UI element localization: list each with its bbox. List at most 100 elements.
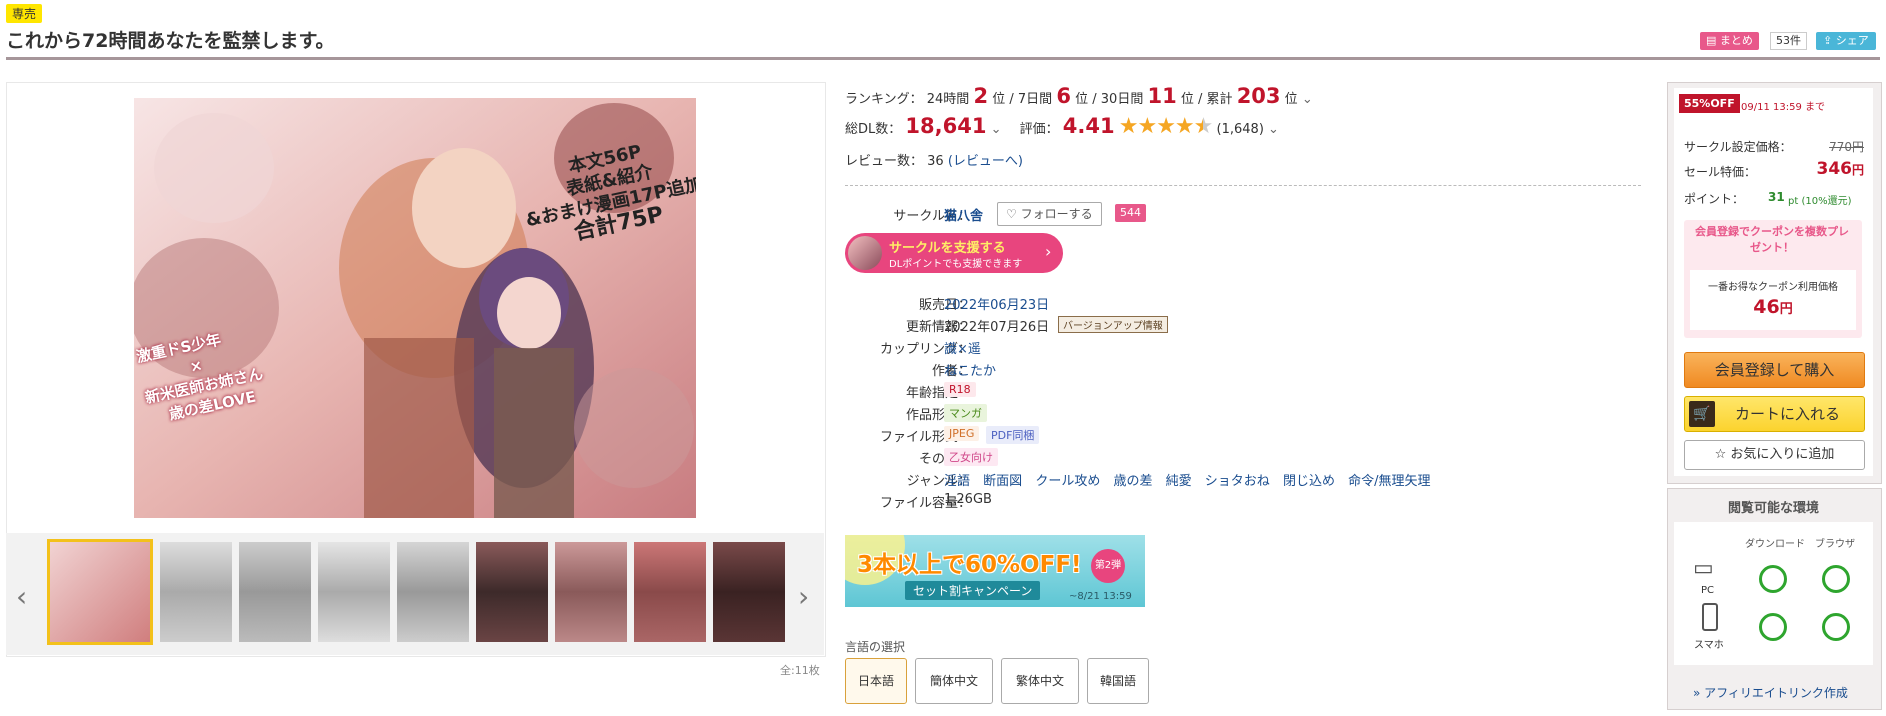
language-option-zh-hant[interactable]: 繁体中文 xyxy=(1001,658,1079,704)
version-update-badge[interactable]: バージョンアップ情報 xyxy=(1058,316,1168,333)
coupon-price-unit: 円 xyxy=(1779,302,1793,317)
age-rating-tag[interactable]: R18 xyxy=(944,382,976,397)
matome-button[interactable]: ▤ まとめ xyxy=(1700,32,1759,50)
genre-link[interactable]: 淫語 xyxy=(944,474,970,489)
downloads-label: 総DL数： xyxy=(845,122,902,137)
add-favorite-button[interactable]: ☆ お気に入りに追加 xyxy=(1684,440,1865,470)
genre-link[interactable]: 純愛 xyxy=(1166,474,1192,489)
genre-link[interactable]: ショタおね xyxy=(1205,474,1270,489)
ranking-unit: 位 xyxy=(1075,92,1089,107)
point-unit: pt (10%還元) xyxy=(1788,196,1852,207)
point-value: 31 xyxy=(1768,190,1785,204)
thumbnail-1[interactable] xyxy=(47,539,153,645)
support-circle-button[interactable]: サークルを支援する DLポイントでも支援できます › xyxy=(845,233,1063,273)
add-to-cart-button[interactable]: 🛒 カートに入れる xyxy=(1684,396,1865,432)
circle-price-label: サークル設定価格： xyxy=(1684,140,1792,154)
pc-browser-supported-icon xyxy=(1822,565,1850,593)
ranking-30d-label: 30日間 xyxy=(1100,92,1144,107)
language-option-ko[interactable]: 韓国語 xyxy=(1087,658,1149,704)
cart-label: カートに入れる xyxy=(1735,405,1841,423)
ranking-unit: 位 xyxy=(1180,92,1194,107)
follow-label: フォローする xyxy=(1020,207,1093,221)
file-format-tag[interactable]: JPEG xyxy=(944,426,980,441)
support-title: サークルを支援する xyxy=(889,241,1006,256)
star-icon: ★★★★ xyxy=(1118,114,1195,139)
thumbnail-8[interactable] xyxy=(634,542,706,642)
ranking-total-label: 累計 xyxy=(1206,92,1233,107)
circle-name-link[interactable]: 猫八舎 xyxy=(944,205,983,224)
env-phone-label: スマホ xyxy=(1694,640,1724,651)
phone-browser-supported-icon xyxy=(1822,613,1850,641)
coupon-box: 会員登録でクーポンを複数プレゼント！ 一番お得なクーポン利用価格 46円 xyxy=(1684,220,1862,338)
campaign-banner[interactable]: 3本以上で60%OFF! 第2弾 セット割キャンペーン ~8/21 13:59 xyxy=(845,535,1145,607)
review-link[interactable]: (レビューへ) xyxy=(948,154,1023,169)
info-divider xyxy=(845,185,1641,186)
pc-icon: ▭ xyxy=(1693,556,1714,581)
genre-link[interactable]: 命令/無理矢理 xyxy=(1348,474,1430,489)
heart-icon: ♡ xyxy=(1006,207,1021,221)
matome-label: まとめ xyxy=(1719,34,1753,47)
follow-button[interactable]: ♡ フォローする xyxy=(997,202,1102,226)
sale-price-value: 346 xyxy=(1816,159,1852,179)
env-pc-label: PC xyxy=(1701,585,1715,596)
chevron-down-icon[interactable]: ⌄ xyxy=(1302,92,1313,107)
thumbnail-2[interactable] xyxy=(160,542,232,642)
coupon-promo: 会員登録でクーポンを複数プレゼント！ xyxy=(1695,225,1849,254)
star-outline-icon: ☆ xyxy=(1714,447,1731,462)
pc-download-supported-icon xyxy=(1759,565,1787,593)
main-product-image[interactable]: 本文56P 表紙&紹介 &おまけ漫画17P追加 合計75P 激重ドS少年 × 新… xyxy=(134,98,696,518)
circle-price-value: 770円 xyxy=(1829,140,1864,154)
thumbnail-7[interactable] xyxy=(555,542,627,642)
sale-price-row: セール特価： 346円 xyxy=(1684,159,1864,180)
chevron-right-icon[interactable]: › xyxy=(798,580,809,613)
ranking-unit: 位 xyxy=(1284,92,1298,107)
genre-link[interactable]: 断面図 xyxy=(983,474,1022,489)
title-divider xyxy=(6,57,1880,60)
discount-badge: 55%OFF xyxy=(1679,94,1740,113)
favorite-label: お気に入りに追加 xyxy=(1730,447,1835,462)
chevron-left-icon[interactable]: ‹ xyxy=(16,580,27,613)
chevron-down-icon[interactable]: ⌄ xyxy=(1268,122,1279,137)
genre-link[interactable]: 歳の差 xyxy=(1113,474,1152,489)
other-tag[interactable]: 乙女向け xyxy=(944,448,998,466)
language-option-zh-hans[interactable]: 簡体中文 xyxy=(915,658,993,704)
language-label: 言語の選択 xyxy=(845,640,906,654)
register-purchase-button[interactable]: 会員登録して購入 xyxy=(1684,352,1865,388)
release-date-value[interactable]: 2022年06月23日 xyxy=(944,294,1049,313)
env-download-header: ダウンロード xyxy=(1745,539,1805,550)
downloads-value: 18,641 xyxy=(905,114,987,138)
star-half-icon: ★ xyxy=(1193,114,1214,139)
coupon-price-value: 46 xyxy=(1753,296,1780,318)
downloads-row: 総DL数： 18,641 ⌄ 評価： 4.41 ★★★★★ (1,648) ⌄ xyxy=(845,114,1279,139)
thumbnail-4[interactable] xyxy=(318,542,390,642)
file-format-pdf-tag[interactable]: PDF同梱 xyxy=(986,426,1040,444)
rating-label: 評価： xyxy=(1019,122,1059,137)
sale-price-label: セール特価： xyxy=(1684,165,1757,179)
language-option-ja[interactable]: 日本語 xyxy=(845,658,907,704)
share-icon: ⇪ xyxy=(1823,34,1836,47)
image-count: 全:11枚 xyxy=(780,664,820,677)
campaign-round-badge: 第2弾 xyxy=(1091,549,1125,583)
affiliate-link[interactable]: » アフィリエイトリンク作成 xyxy=(1693,684,1848,701)
thumbnail-3[interactable] xyxy=(239,542,311,642)
work-format-tag[interactable]: マンガ xyxy=(944,404,987,422)
coupling-value[interactable]: 識×遥 xyxy=(944,338,981,357)
chevron-right-icon: › xyxy=(1045,242,1052,261)
chevron-down-icon[interactable]: ⌄ xyxy=(991,122,1002,137)
cart-icon: 🛒 xyxy=(1689,401,1715,427)
follow-count: 544 xyxy=(1115,204,1146,222)
genre-link[interactable]: クール攻め xyxy=(1035,474,1100,489)
share-button[interactable]: ⇪ シェア xyxy=(1816,32,1876,50)
rating-value: 4.41 xyxy=(1062,114,1115,138)
thumbnail-5[interactable] xyxy=(397,542,469,642)
bookmark-icon: ▤ xyxy=(1706,34,1720,47)
point-label: ポイント： xyxy=(1684,192,1745,206)
ranking-7d-value: 6 xyxy=(1056,84,1071,108)
rating-count: (1,648) xyxy=(1216,122,1264,137)
thumbnail-9[interactable] xyxy=(713,542,785,642)
thumbnail-6[interactable] xyxy=(476,542,548,642)
discount-deadline: 09/11 13:59 まで xyxy=(1741,102,1825,113)
author-link[interactable]: ねこたか xyxy=(944,360,996,379)
genre-link[interactable]: 閉じ込め xyxy=(1283,474,1335,489)
point-row: ポイント： 31 pt (10%還元) xyxy=(1684,190,1864,207)
